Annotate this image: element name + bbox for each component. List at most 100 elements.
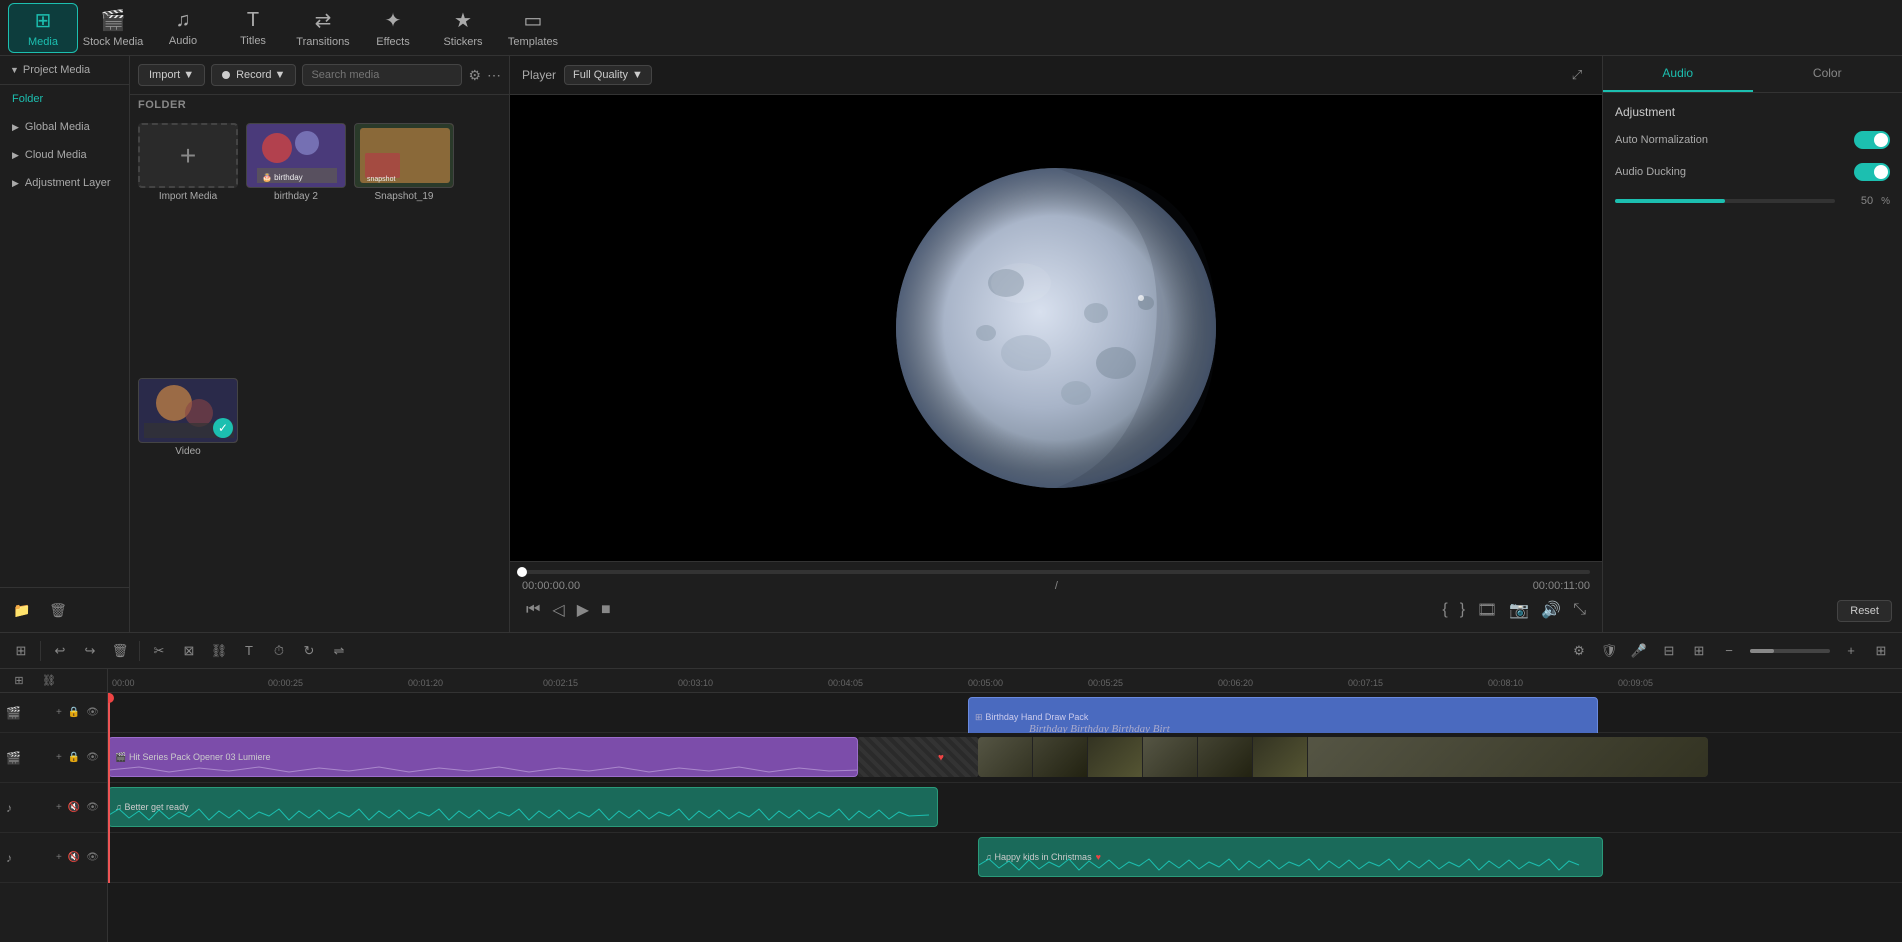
tl-zoom-in-btn[interactable]: + <box>1838 638 1864 664</box>
tl-delete-btn[interactable]: 🗑 <box>107 638 133 664</box>
birthday-title-clip[interactable]: ⊞ Birthday Hand Draw Pack Birthday Birth… <box>968 697 1598 737</box>
tl-grid-btn[interactable]: ⊞ <box>1868 638 1894 664</box>
record-button[interactable]: Record ▼ <box>211 64 296 86</box>
tl-link-btn[interactable]: ⛓ <box>206 638 232 664</box>
toolbar-audio[interactable]: ♫ Audio <box>148 3 218 53</box>
new-folder-btn[interactable]: 📁 <box>8 596 36 624</box>
sidebar-item-adjustment-layer[interactable]: ▶ Adjustment Layer <box>0 169 129 197</box>
more-btn[interactable]: ⋯ <box>487 62 501 88</box>
auto-norm-toggle[interactable] <box>1854 131 1890 149</box>
media-grid: + Import Media 🎂 birthday <box>130 115 509 632</box>
stop-btn[interactable]: ■ <box>597 597 615 623</box>
delete-folder-btn[interactable]: 🗑 <box>44 596 72 624</box>
track0-lock-btn[interactable]: 🔒 <box>66 705 82 720</box>
zoom-slider[interactable] <box>1750 649 1830 653</box>
toolbar-stickers[interactable]: ★ Stickers <box>428 3 498 53</box>
track2-add-btn[interactable]: + <box>54 800 64 815</box>
frame-back-btn[interactable]: ◁ <box>548 596 568 624</box>
toolbar-templates[interactable]: ▭ Templates <box>498 3 568 53</box>
tl-snap-btn[interactable]: ⊞ <box>8 638 34 664</box>
mark-in-btn[interactable]: { <box>1438 597 1451 623</box>
tl-more1-btn[interactable]: ⊟ <box>1656 638 1682 664</box>
snapshot-btn[interactable]: 🎞 <box>1473 596 1501 624</box>
tab-color[interactable]: Color <box>1753 56 1902 92</box>
track1-lock-btn[interactable]: 🔒 <box>66 750 82 765</box>
templates-icon: ▭ <box>524 8 543 33</box>
fullscreen-btn[interactable]: ⤢ <box>1564 62 1590 88</box>
happy-kids-clip[interactable]: ♫ Happy kids in Christmas ♥ <box>978 837 1603 877</box>
tl-text-btn[interactable]: T <box>236 638 262 664</box>
tl-cut-btn[interactable]: ✂ <box>146 638 172 664</box>
track1-eye-btn[interactable]: 👁 <box>84 750 101 765</box>
track-link-btn[interactable]: ⛓ <box>36 668 62 694</box>
track3-mute-btn[interactable]: 🔇 <box>66 850 82 865</box>
ruler-1m20s: 00:01:20 <box>408 678 443 688</box>
media-label: Media <box>28 36 58 48</box>
toolbar-titles[interactable]: T Titles <box>218 3 288 53</box>
tl-protect-btn[interactable]: 🛡 <box>1596 638 1622 664</box>
birthday2-item[interactable]: 🎂 birthday birthday 2 <box>246 123 346 370</box>
import-button[interactable]: Import ▼ <box>138 64 205 86</box>
toolbar-transitions[interactable]: ⇄ Transitions <box>288 3 358 53</box>
tl-settings-btn[interactable]: ⚙ <box>1566 638 1592 664</box>
add-track-btn[interactable]: ⊞ <box>6 668 32 694</box>
search-input[interactable] <box>302 64 462 86</box>
tl-more2-btn[interactable]: ⊞ <box>1686 638 1712 664</box>
track3-eye-btn[interactable]: 👁 <box>84 850 101 865</box>
hit-series-clip[interactable]: 🎬 Hit Series Pack Opener 03 Lumiere <box>108 737 858 777</box>
ruler-9m05s: 00:09:05 <box>1618 678 1653 688</box>
tl-undo-btn[interactable]: ↩ <box>47 638 73 664</box>
video-mixed-clip[interactable] <box>978 737 1708 777</box>
quality-select[interactable]: Full Quality ▼ <box>564 65 652 85</box>
titles-label: Titles <box>240 35 266 47</box>
plus-icon: + <box>180 140 196 172</box>
snapshot19-item[interactable]: snapshot Snapshot_19 <box>354 123 454 370</box>
audio-ducking-toggle[interactable] <box>1854 163 1890 181</box>
track3-icon: ♪ <box>6 851 12 865</box>
tl-rotate-btn[interactable]: ↻ <box>296 638 322 664</box>
project-media-header[interactable]: ▼ Project Media <box>0 56 129 85</box>
track0-eye-btn[interactable]: 👁 <box>84 705 101 720</box>
toolbar-stock-media[interactable]: 🎬 Stock Media <box>78 3 148 53</box>
tl-mic-btn[interactable]: 🎤 <box>1626 638 1652 664</box>
track3-add-btn[interactable]: + <box>54 850 64 865</box>
track0-add-btn[interactable]: + <box>54 705 64 720</box>
left-controls: ⏮ ◁ ▶ ■ <box>522 596 615 624</box>
filter-btn[interactable]: ⚙ <box>468 62 481 88</box>
better-get-ready-clip[interactable]: ♫ Better get ready <box>108 787 938 827</box>
media-panel: Import ▼ Record ▼ ⚙ ⋯ FOLDER + <box>130 56 510 632</box>
track2-eye-btn[interactable]: 👁 <box>84 800 101 815</box>
tl-timer-btn[interactable]: ⏱ <box>266 638 292 664</box>
progress-bar[interactable] <box>522 570 1590 574</box>
sidebar-item-folder[interactable]: Folder <box>0 85 129 113</box>
folder-label: FOLDER <box>130 95 509 115</box>
import-media-item[interactable]: + Import Media <box>138 123 238 370</box>
toolbar-effects[interactable]: ✦ Effects <box>358 3 428 53</box>
audio-btn[interactable]: 🔊 <box>1537 596 1565 624</box>
tl-right-controls: ⚙ 🛡 🎤 ⊟ ⊞ − + ⊞ <box>1566 638 1894 664</box>
tl-redo-btn[interactable]: ↪ <box>77 638 103 664</box>
video-item[interactable]: ✓ Video <box>138 378 238 625</box>
sidebar-item-cloud-media[interactable]: ▶ Cloud Media <box>0 141 129 169</box>
skip-back-btn[interactable]: ⏮ <box>522 597 544 623</box>
track2-mute-btn[interactable]: 🔇 <box>66 800 82 815</box>
timeline-ruler: 00:00 00:00:25 00:01:20 00:02:15 00:03:1… <box>108 669 1902 693</box>
left-panel: ▼ Project Media Folder ▶ Global Media ▶ … <box>0 56 130 632</box>
timeline-tracks-scroll[interactable]: 00:00 00:00:25 00:01:20 00:02:15 00:03:1… <box>108 669 1902 942</box>
camera-btn[interactable]: 📷 <box>1505 596 1533 624</box>
toolbar-media[interactable]: ⊞ Media <box>8 3 78 53</box>
transition-area <box>858 737 978 777</box>
tab-audio[interactable]: Audio <box>1603 56 1753 92</box>
tl-crop-btn[interactable]: ⊠ <box>176 638 202 664</box>
reset-button[interactable]: Reset <box>1837 600 1892 622</box>
mark-out-btn[interactable]: } <box>1456 597 1469 623</box>
expand-btn[interactable]: ⤡ <box>1569 597 1590 623</box>
ducking-slider[interactable] <box>1615 199 1835 203</box>
tl-zoom-out-btn[interactable]: − <box>1716 638 1742 664</box>
tl-reverse-btn[interactable]: ⇌ <box>326 638 352 664</box>
sidebar-item-global-media[interactable]: ▶ Global Media <box>0 113 129 141</box>
track2-buttons: + 🔇 👁 <box>54 800 101 815</box>
play-btn[interactable]: ▶ <box>573 596 593 624</box>
track1-add-btn[interactable]: + <box>54 750 64 765</box>
zoom-fill <box>1750 649 1774 653</box>
